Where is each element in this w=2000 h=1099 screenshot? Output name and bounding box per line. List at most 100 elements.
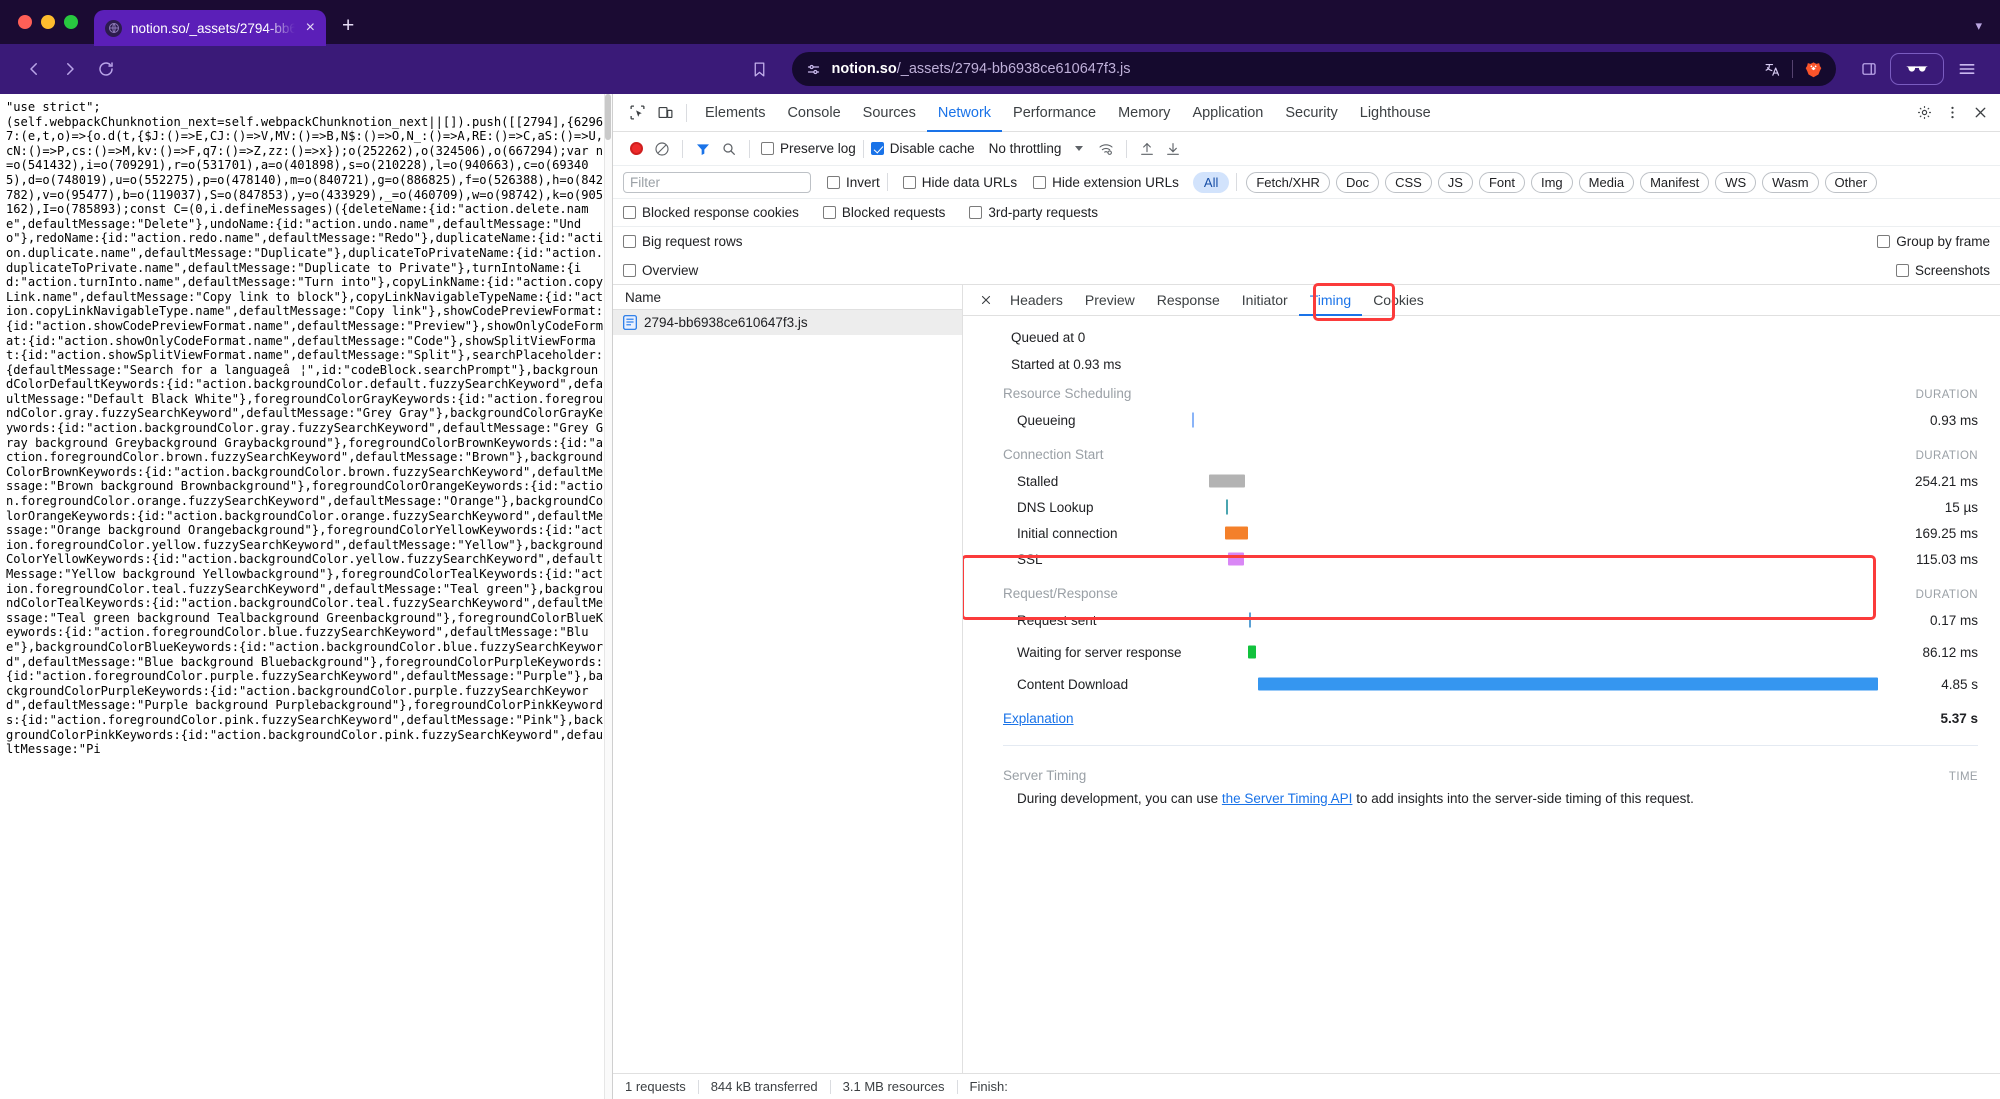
checkbox-box[interactable] [623,235,636,248]
search-icon[interactable] [716,136,742,162]
queued-at-text: Queued at 0 [1011,330,1086,345]
disable-cache-checkbox[interactable]: Disable cache [870,141,975,156]
tab-lighthouse[interactable]: Lighthouse [1349,94,1442,132]
import-har-icon[interactable] [1134,136,1160,162]
type-chip-css[interactable]: CSS [1385,171,1432,193]
timing-bar-track [1192,633,1910,671]
brave-shields-icon[interactable] [1890,53,1945,85]
more-options-icon[interactable] [1938,99,1966,127]
timing-bar [1248,612,1251,628]
section-title: Connection Start [1003,447,1104,462]
checkbox-box[interactable] [822,206,836,219]
detail-tab-timing[interactable]: Timing [1299,285,1363,316]
type-chip-doc[interactable]: Doc [1335,171,1380,193]
gear-icon[interactable] [1910,99,1938,127]
type-chip-ws[interactable]: WS [1715,171,1757,193]
chevron-down-icon[interactable] [1075,146,1084,151]
preserve-log-checkbox[interactable]: Preserve log [761,141,856,156]
detail-tab-initiator[interactable]: Initiator [1231,285,1299,316]
blocked-requests-checkbox[interactable]: Blocked requests [822,205,945,220]
url-path: /_assets/2794-bb6938ce610647f3.js [896,61,1131,77]
close-devtools-icon[interactable] [1966,99,1994,127]
filter-icon[interactable] [690,136,716,162]
tab-elements[interactable]: Elements [694,94,776,132]
site-settings-icon[interactable] [806,62,821,77]
screenshots-checkbox[interactable]: Screenshots [1895,263,1990,278]
tab-security[interactable]: Security [1274,94,1348,132]
tab-performance[interactable]: Performance [1002,94,1107,132]
tab-sources[interactable]: Sources [852,94,927,132]
close-detail-icon[interactable] [973,287,999,313]
tab-application[interactable]: Application [1181,94,1274,132]
checkbox-box[interactable] [969,206,983,219]
column-header-name[interactable]: Name [613,285,962,310]
chevron-down-icon[interactable]: ▾ [1975,18,1982,34]
checkbox-box[interactable] [827,175,840,189]
invert-checkbox[interactable]: Invert [827,175,880,190]
back-arrow-icon[interactable] [16,51,52,87]
checkbox-box[interactable] [1033,175,1047,189]
minimize-window-button[interactable] [41,15,55,29]
close-window-button[interactable] [18,15,32,29]
type-chip-font[interactable]: Font [1478,171,1525,193]
duration-column-header: DURATION [1915,450,1978,462]
type-chip-js[interactable]: JS [1437,171,1473,193]
checkbox-box[interactable] [761,142,774,155]
bookmark-icon[interactable] [740,52,778,86]
server-timing-api-link[interactable]: the Server Timing API [1222,791,1353,806]
checkbox-box[interactable] [902,175,916,189]
timing-row-queueing: Queueing 0.93 ms [963,407,2000,433]
record-button[interactable] [623,136,649,162]
address-bar[interactable]: notion.so/_assets/2794-bb6938ce610647f3.… [792,52,1837,86]
browser-menu-icon[interactable] [1950,54,1984,84]
type-chip-other[interactable]: Other [1824,171,1878,193]
detail-tab-preview[interactable]: Preview [1074,285,1146,316]
tab-memory[interactable]: Memory [1107,94,1181,132]
type-chip-fetch-xhr[interactable]: Fetch/XHR [1246,171,1330,193]
forward-arrow-icon[interactable] [52,51,88,87]
checkbox-box[interactable] [870,142,884,155]
filter-input[interactable] [623,171,811,193]
detail-tab-cookies[interactable]: Cookies [1362,285,1435,316]
type-chip-wasm[interactable]: Wasm [1762,171,1819,193]
type-chip-all[interactable]: All [1192,171,1230,193]
close-icon[interactable]: × [304,20,317,36]
checkbox-box[interactable] [1895,263,1909,277]
clear-network-log-icon[interactable] [649,136,675,162]
table-row[interactable]: 2794-bb6938ce610647f3.js [613,310,962,335]
network-conditions-icon[interactable] [1093,136,1119,162]
tab-console[interactable]: Console [776,94,851,132]
explanation-link[interactable]: Explanation [1003,711,1074,726]
checkbox-box[interactable] [623,206,636,219]
device-toolbar-icon[interactable] [651,99,679,127]
third-party-requests-checkbox[interactable]: 3rd-party requests [969,205,1098,220]
inspect-element-icon[interactable] [623,99,651,127]
hide-extension-urls-checkbox[interactable]: Hide extension URLs [1033,175,1179,190]
new-tab-button[interactable]: + [326,15,368,44]
detail-tab-response[interactable]: Response [1146,285,1231,316]
blocked-response-cookies-checkbox[interactable]: Blocked response cookies [623,205,799,220]
brave-lion-icon[interactable] [1798,54,1828,84]
reload-icon[interactable] [88,51,124,87]
side-panel-icon[interactable] [1854,55,1884,83]
overview-options-row: Overview Screenshots [613,256,2000,285]
source-scrollbar[interactable] [604,94,612,1099]
big-request-rows-checkbox[interactable]: Big request rows [623,234,743,249]
export-har-icon[interactable] [1160,136,1186,162]
type-chip-img[interactable]: Img [1530,171,1573,193]
type-chip-manifest[interactable]: Manifest [1640,171,1710,193]
tab-network[interactable]: Network [927,94,1002,132]
note-text-before: During development, you can use [1017,791,1222,806]
browser-tab[interactable]: notion.so/_assets/2794-bb69 × [94,10,326,46]
detail-tab-headers[interactable]: Headers [999,285,1074,316]
throttling-select[interactable]: No throttling [989,141,1084,156]
maximize-window-button[interactable] [64,15,78,29]
hide-data-urls-checkbox[interactable]: Hide data URLs [902,175,1017,190]
group-by-frame-checkbox[interactable]: Group by frame [1877,234,1990,249]
type-chip-media[interactable]: Media [1578,171,1635,193]
checkbox-box[interactable] [1877,235,1891,248]
checkbox-box[interactable] [623,263,636,277]
overview-checkbox[interactable]: Overview [623,263,698,278]
translate-icon[interactable] [1757,54,1787,84]
scrollbar-thumb[interactable] [605,94,611,140]
